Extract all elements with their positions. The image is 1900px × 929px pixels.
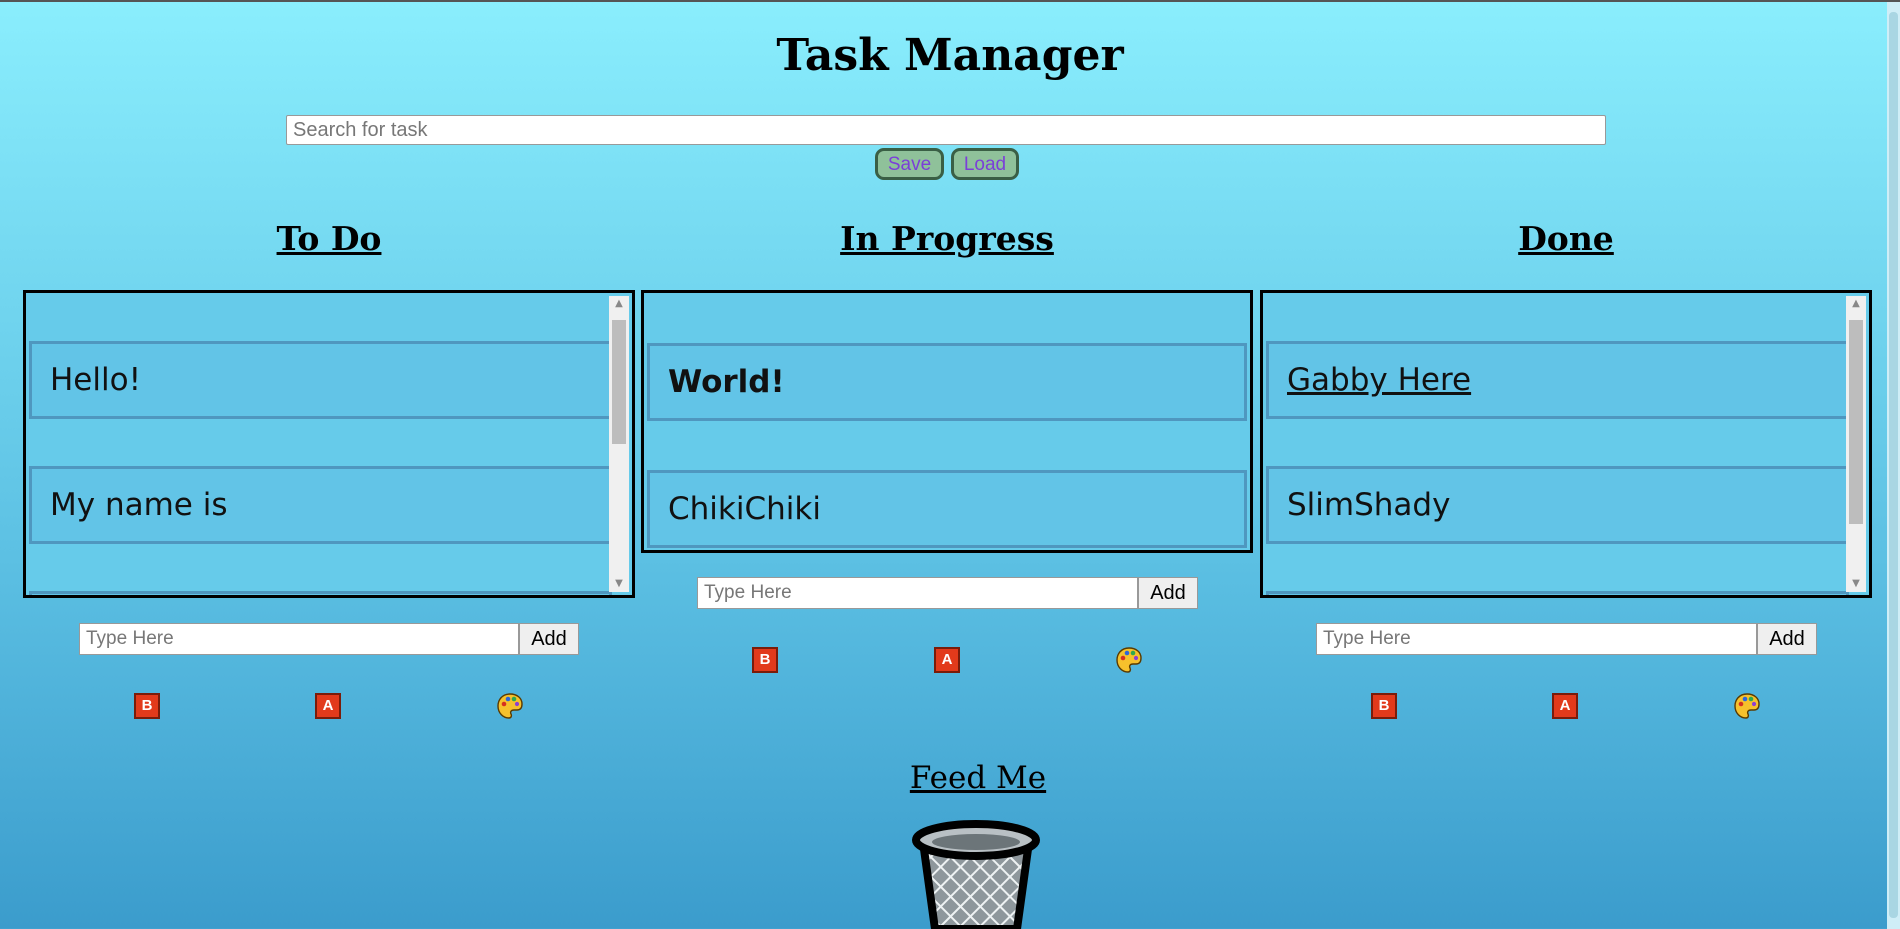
column-title-done: Done [1518,219,1614,258]
scroll-up-icon[interactable]: ▲ [609,296,629,312]
page-title: Task Manager [776,30,1124,81]
todo-add-button[interactable]: Add [519,623,579,655]
scrollbar-thumb[interactable] [1849,320,1863,524]
column-title-todo: To Do [276,219,382,258]
done-list[interactable]: Gabby Here SlimShady ▲ ▼ [1260,290,1872,598]
done-add-button[interactable]: Add [1757,623,1817,655]
text-color-button[interactable]: A [315,693,341,719]
column-title-in-progress: In Progress [840,219,1054,258]
task-item[interactable]: Gabby Here [1266,341,1849,419]
scroll-up-icon[interactable]: ▲ [1846,296,1866,312]
palette-icon[interactable] [496,692,524,720]
in-progress-task-input[interactable] [697,577,1138,609]
task-item-partial[interactable] [1266,591,1849,595]
scroll-down-icon[interactable]: ▼ [609,576,629,592]
save-button[interactable]: Save [875,148,944,180]
scrollbar-thumb[interactable] [612,320,626,444]
feed-me-label: Feed Me [909,760,1047,796]
in-progress-add-button[interactable]: Add [1138,577,1198,609]
task-item[interactable]: My name is [29,466,612,544]
load-button[interactable]: Load [951,148,1019,180]
search-input[interactable] [286,115,1606,145]
todo-task-input[interactable] [79,623,519,655]
bold-button[interactable]: B [134,693,160,719]
task-item[interactable]: SlimShady [1266,466,1849,544]
window-top-border [0,0,1900,2]
trash-can-icon[interactable] [911,816,1041,929]
text-color-button[interactable]: A [934,647,960,673]
palette-icon[interactable] [1115,646,1143,674]
scroll-down-icon[interactable]: ▼ [1846,576,1866,592]
text-color-button[interactable]: A [1552,693,1578,719]
todo-list-scrollbar[interactable]: ▲ ▼ [609,296,629,592]
task-item[interactable]: Hello! [29,341,612,419]
task-item[interactable]: World! [647,343,1247,421]
task-item-partial[interactable] [29,591,612,595]
in-progress-list[interactable]: World! ChikiChiki [641,290,1253,553]
bold-button[interactable]: B [752,647,778,673]
todo-list[interactable]: Hello! My name is ▲ ▼ [23,290,635,598]
palette-icon[interactable] [1733,692,1761,720]
bold-button[interactable]: B [1371,693,1397,719]
done-list-scrollbar[interactable]: ▲ ▼ [1846,296,1866,592]
task-item[interactable]: ChikiChiki [647,470,1247,548]
done-task-input[interactable] [1316,623,1757,655]
